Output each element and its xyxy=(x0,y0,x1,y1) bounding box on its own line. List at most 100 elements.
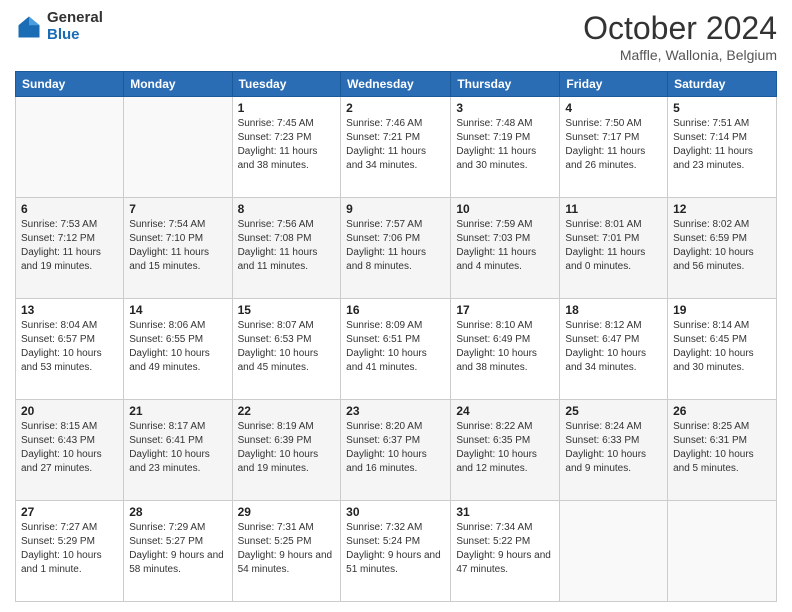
col-friday: Friday xyxy=(560,72,668,97)
table-row: 19 Sunrise: 8:14 AMSunset: 6:45 PMDayligh… xyxy=(668,299,777,400)
day-number: 19 xyxy=(673,303,771,317)
table-row: 28 Sunrise: 7:29 AMSunset: 5:27 PMDayligh… xyxy=(124,501,232,602)
table-row: 18 Sunrise: 8:12 AMSunset: 6:47 PMDayligh… xyxy=(560,299,668,400)
table-row: 7 Sunrise: 7:54 AMSunset: 7:10 PMDaylight… xyxy=(124,198,232,299)
day-number: 14 xyxy=(129,303,226,317)
col-wednesday: Wednesday xyxy=(341,72,451,97)
table-row: 1 Sunrise: 7:45 AMSunset: 7:23 PMDaylight… xyxy=(232,97,341,198)
day-detail: Sunrise: 8:19 AMSunset: 6:39 PMDaylight:… xyxy=(238,420,336,476)
day-number: 28 xyxy=(129,505,226,519)
day-number: 16 xyxy=(346,303,445,317)
day-detail: Sunrise: 7:45 AMSunset: 7:23 PMDaylight:… xyxy=(238,117,336,173)
table-row: 17 Sunrise: 8:10 AMSunset: 6:49 PMDayligh… xyxy=(451,299,560,400)
day-detail: Sunrise: 7:53 AMSunset: 7:12 PMDaylight:… xyxy=(21,218,118,274)
table-row xyxy=(16,97,124,198)
logo-text: General Blue xyxy=(47,10,103,43)
day-number: 21 xyxy=(129,404,226,418)
table-row: 4 Sunrise: 7:50 AMSunset: 7:17 PMDaylight… xyxy=(560,97,668,198)
logo-blue-text: Blue xyxy=(47,27,103,44)
location: Maffle, Wallonia, Belgium xyxy=(583,47,777,63)
logo: General Blue xyxy=(15,10,103,43)
day-detail: Sunrise: 8:06 AMSunset: 6:55 PMDaylight:… xyxy=(129,319,226,375)
calendar-header-row: Sunday Monday Tuesday Wednesday Thursday… xyxy=(16,72,777,97)
day-number: 7 xyxy=(129,202,226,216)
table-row: 30Sunrise: 7:32 AMSunset: 5:24 PMDayligh… xyxy=(341,501,451,602)
col-monday: Monday xyxy=(124,72,232,97)
title-block: October 2024 Maffle, Wallonia, Belgium xyxy=(583,10,777,63)
day-detail: Sunrise: 7:54 AMSunset: 7:10 PMDaylight:… xyxy=(129,218,226,274)
table-row: 11 Sunrise: 8:01 AMSunset: 7:01 PMDayligh… xyxy=(560,198,668,299)
table-row xyxy=(124,97,232,198)
table-row: 25Sunrise: 8:24 AMSunset: 6:33 PMDayligh… xyxy=(560,400,668,501)
calendar-week-row: 27Sunrise: 7:27 AMSunset: 5:29 PMDayligh… xyxy=(16,501,777,602)
day-detail: Sunrise: 7:48 AMSunset: 7:19 PMDaylight:… xyxy=(456,117,554,173)
table-row: 9Sunrise: 7:57 AMSunset: 7:06 PMDaylight… xyxy=(341,198,451,299)
day-number: 20 xyxy=(21,404,118,418)
day-detail: Sunrise: 8:17 AMSunset: 6:41 PMDaylight:… xyxy=(129,420,226,476)
col-thursday: Thursday xyxy=(451,72,560,97)
day-detail: Sunrise: 7:57 AMSunset: 7:06 PMDaylight:… xyxy=(346,218,445,274)
day-number: 8 xyxy=(238,202,336,216)
table-row: 5 Sunrise: 7:51 AMSunset: 7:14 PMDaylight… xyxy=(668,97,777,198)
day-number: 31 xyxy=(456,505,554,519)
day-detail: Sunrise: 7:27 AMSunset: 5:29 PMDaylight:… xyxy=(21,521,118,577)
table-row: 27Sunrise: 7:27 AMSunset: 5:29 PMDayligh… xyxy=(16,501,124,602)
day-number: 23 xyxy=(346,404,445,418)
day-detail: Sunrise: 8:12 AMSunset: 6:47 PMDaylight:… xyxy=(565,319,662,375)
day-detail: Sunrise: 8:02 AMSunset: 6:59 PMDaylight:… xyxy=(673,218,771,274)
day-number: 11 xyxy=(565,202,662,216)
calendar-week-row: 1 Sunrise: 7:45 AMSunset: 7:23 PMDaylight… xyxy=(16,97,777,198)
logo-general-text: General xyxy=(47,10,103,27)
day-number: 17 xyxy=(456,303,554,317)
day-number: 25 xyxy=(565,404,662,418)
calendar-week-row: 20 Sunrise: 8:15 AMSunset: 6:43 PMDayligh… xyxy=(16,400,777,501)
day-detail: Sunrise: 7:46 AMSunset: 7:21 PMDaylight:… xyxy=(346,117,445,173)
day-detail: Sunrise: 7:50 AMSunset: 7:17 PMDaylight:… xyxy=(565,117,662,173)
day-detail: Sunrise: 8:09 AMSunset: 6:51 PMDaylight:… xyxy=(346,319,445,375)
day-number: 1 xyxy=(238,101,336,115)
table-row: 8 Sunrise: 7:56 AMSunset: 7:08 PMDaylight… xyxy=(232,198,341,299)
table-row: 10 Sunrise: 7:59 AMSunset: 7:03 PMDayligh… xyxy=(451,198,560,299)
day-number: 2 xyxy=(346,101,445,115)
col-saturday: Saturday xyxy=(668,72,777,97)
calendar-week-row: 13Sunrise: 8:04 AMSunset: 6:57 PMDayligh… xyxy=(16,299,777,400)
page: General Blue October 2024 Maffle, Wallon… xyxy=(0,0,792,612)
header: General Blue October 2024 Maffle, Wallon… xyxy=(15,10,777,63)
logo-icon xyxy=(15,13,43,41)
day-detail: Sunrise: 7:59 AMSunset: 7:03 PMDaylight:… xyxy=(456,218,554,274)
day-number: 24 xyxy=(456,404,554,418)
table-row: 23Sunrise: 8:20 AMSunset: 6:37 PMDayligh… xyxy=(341,400,451,501)
table-row: 13Sunrise: 8:04 AMSunset: 6:57 PMDayligh… xyxy=(16,299,124,400)
table-row xyxy=(668,501,777,602)
table-row: 2 Sunrise: 7:46 AMSunset: 7:21 PMDaylight… xyxy=(341,97,451,198)
table-row: 26Sunrise: 8:25 AMSunset: 6:31 PMDayligh… xyxy=(668,400,777,501)
month-title: October 2024 xyxy=(583,10,777,47)
day-detail: Sunrise: 8:04 AMSunset: 6:57 PMDaylight:… xyxy=(21,319,118,375)
day-number: 5 xyxy=(673,101,771,115)
day-detail: Sunrise: 8:15 AMSunset: 6:43 PMDaylight:… xyxy=(21,420,118,476)
day-number: 29 xyxy=(238,505,336,519)
calendar: Sunday Monday Tuesday Wednesday Thursday… xyxy=(15,71,777,602)
table-row: 20 Sunrise: 8:15 AMSunset: 6:43 PMDayligh… xyxy=(16,400,124,501)
table-row: 12 Sunrise: 8:02 AMSunset: 6:59 PMDayligh… xyxy=(668,198,777,299)
day-detail: Sunrise: 8:07 AMSunset: 6:53 PMDaylight:… xyxy=(238,319,336,375)
day-number: 18 xyxy=(565,303,662,317)
day-detail: Sunrise: 8:01 AMSunset: 7:01 PMDaylight:… xyxy=(565,218,662,274)
day-detail: Sunrise: 7:29 AMSunset: 5:27 PMDaylight:… xyxy=(129,521,226,577)
col-sunday: Sunday xyxy=(16,72,124,97)
day-number: 10 xyxy=(456,202,554,216)
day-detail: Sunrise: 7:56 AMSunset: 7:08 PMDaylight:… xyxy=(238,218,336,274)
day-number: 15 xyxy=(238,303,336,317)
table-row: 31Sunrise: 7:34 AMSunset: 5:22 PMDayligh… xyxy=(451,501,560,602)
day-detail: Sunrise: 8:14 AMSunset: 6:45 PMDaylight:… xyxy=(673,319,771,375)
table-row: 24Sunrise: 8:22 AMSunset: 6:35 PMDayligh… xyxy=(451,400,560,501)
day-number: 4 xyxy=(565,101,662,115)
day-detail: Sunrise: 8:10 AMSunset: 6:49 PMDaylight:… xyxy=(456,319,554,375)
table-row: 3Sunrise: 7:48 AMSunset: 7:19 PMDaylight… xyxy=(451,97,560,198)
table-row: 6Sunrise: 7:53 AMSunset: 7:12 PMDaylight… xyxy=(16,198,124,299)
day-number: 22 xyxy=(238,404,336,418)
day-detail: Sunrise: 7:51 AMSunset: 7:14 PMDaylight:… xyxy=(673,117,771,173)
day-number: 12 xyxy=(673,202,771,216)
table-row: 16 Sunrise: 8:09 AMSunset: 6:51 PMDayligh… xyxy=(341,299,451,400)
col-tuesday: Tuesday xyxy=(232,72,341,97)
